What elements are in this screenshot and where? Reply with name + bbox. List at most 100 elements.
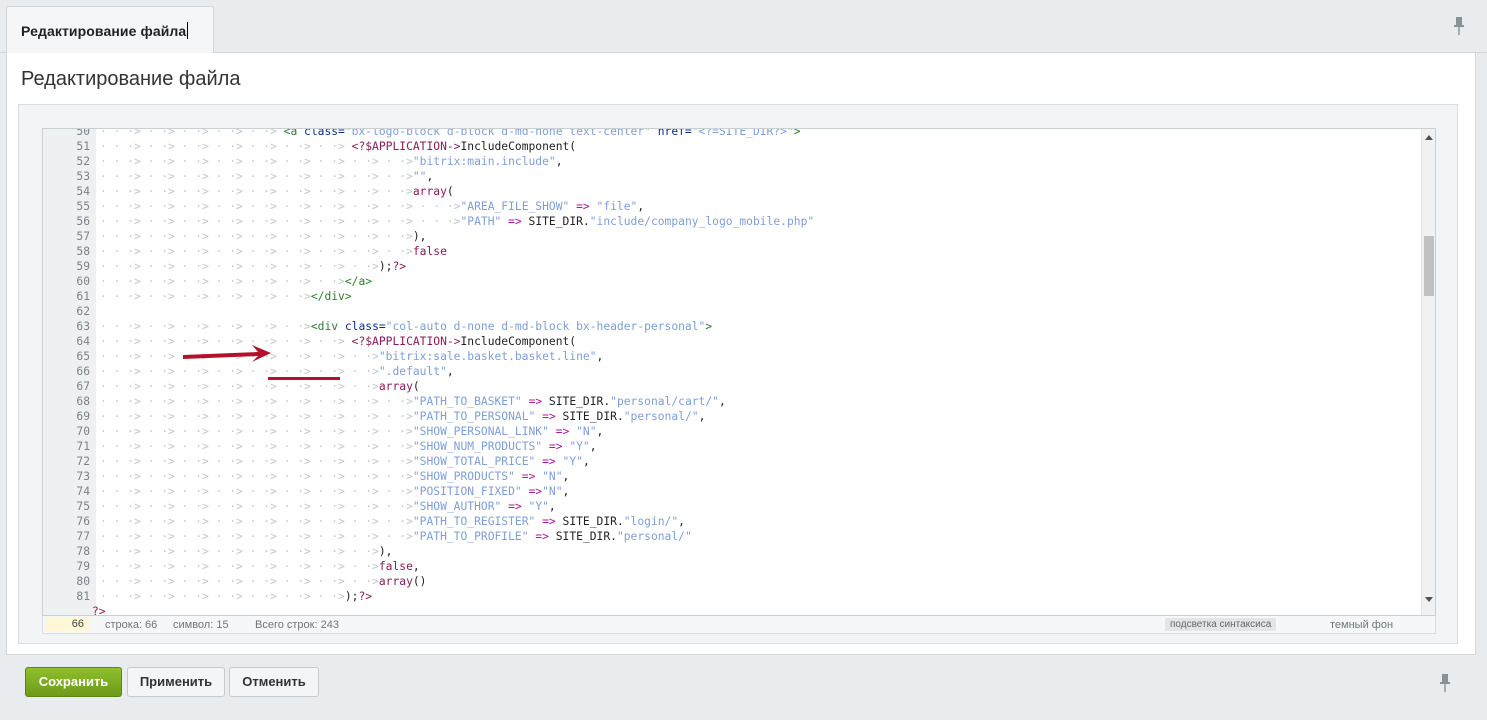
line-number: 71 (76, 440, 90, 453)
code-token: => (501, 500, 529, 513)
line-number: 78 (76, 545, 90, 558)
code-token: ), (412, 230, 427, 243)
code-text: ?> (92, 604, 106, 615)
code-token: => (569, 200, 597, 213)
code-token: "personal/" (616, 530, 692, 543)
code-text: · · ·> · ·> · ·> · ·> · ·> · ·> · ·> <?$… (100, 139, 576, 154)
line-number: 72 (76, 455, 90, 468)
code-token: ?> (358, 590, 373, 603)
code-token: · · ·> · ·> · ·> · ·> · ·> · ·> · ·> · ·… (100, 515, 413, 528)
code-token: => (514, 470, 543, 483)
code-token: · · ·> · ·> · ·> · ·> · ·> (100, 129, 284, 138)
code-token: => (521, 395, 549, 408)
code-token: · · ·> · ·> · ·> · ·> · ·> · ·> · ·> · ·… (100, 560, 379, 573)
code-text: · · ·> · ·> · ·> · ·> · ·> · ·> · ·></a> (100, 274, 372, 289)
code-text: · · ·> · ·> · ·> · ·> · ·> · ·> · ·> · ·… (100, 529, 692, 544)
code-token: "N" (576, 425, 597, 438)
code-text: · · ·> · ·> · ·> · ·> · ·> · ·> · ·> · ·… (100, 379, 420, 394)
code-token: "<?=SITE_DIR?>" (691, 129, 794, 138)
code-token: ?> (392, 260, 407, 273)
code-text: · · ·> · ·> · ·> · ·> · ·> · ·> · ·> · ·… (100, 454, 590, 469)
code-token: · · ·> · ·> · ·> · ·> · ·> · ·> · ·> · ·… (100, 230, 413, 243)
code-token: · · ·> · ·> · ·> · ·> · ·> · ·> · ·> · ·… (100, 455, 413, 468)
code-token: "" (412, 170, 427, 183)
code-token: </div> (310, 290, 352, 303)
code-token: "personal/cart/" (610, 395, 719, 408)
editor-scrollbar[interactable] (1421, 129, 1435, 615)
code-text: · · ·> · ·> · ·> · ·> · ·> · ·> · ·> · ·… (100, 364, 454, 379)
scrollbar-thumb[interactable] (1424, 236, 1434, 296)
code-token: · · ·> · ·> · ·> · ·> · ·> · ·> · ·> · ·… (100, 500, 413, 513)
code-token: "N" (542, 470, 563, 483)
code-token: => (528, 530, 556, 543)
line-number: 73 (76, 470, 90, 483)
line-number: 62 (76, 305, 90, 318)
editor-container: 50 · · ·> · ·> · ·> · ·> · ·> <a class="b… (18, 104, 1458, 644)
tab-edit-file[interactable]: Редактирование файла (6, 6, 214, 54)
total-lines: Всего строк: 243 (255, 619, 339, 631)
code-token: · · ·> · ·> · ·> · ·> · ·> · ·> · ·> · ·… (100, 470, 413, 483)
code-token: "include/company_logo_mobile.php" (589, 215, 815, 228)
page-title: Редактирование файла (21, 68, 241, 90)
code-token: "bitrix:sale.basket.basket.line" (378, 350, 597, 363)
code-token: , (548, 500, 556, 513)
code-token: class= (344, 320, 386, 333)
line-number: 51 (76, 140, 90, 153)
code-text: · · ·> · ·> · ·> · ·> · ·> · ·> · ·> · ·… (100, 514, 685, 529)
syntax-highlight-toggle[interactable]: подсветка синтаксиса (1165, 618, 1277, 631)
code-token: SITE_DIR. (562, 515, 624, 528)
code-text: · · ·> · ·> · ·> · ·> · ·> <a class="bx-… (100, 129, 801, 139)
apply-button[interactable]: Применить (127, 667, 225, 697)
code-token: , (596, 425, 604, 438)
code-text: · · ·> · ·> · ·> · ·> · ·> · ·> · ·> · ·… (100, 169, 433, 184)
code-token: · · ·> · ·> · ·> · ·> · ·> · ·> · ·> · ·… (100, 545, 379, 558)
code-token: "SHOW_PERSONAL_LINK" (412, 425, 549, 438)
pin-icon[interactable] (1438, 673, 1452, 693)
line-number: 81 (76, 590, 90, 603)
save-button[interactable]: Сохранить (25, 667, 122, 697)
line-number: 63 (76, 320, 90, 333)
code-token: · · ·> · ·> · ·> · ·> · ·> · ·> · ·> · ·… (100, 410, 413, 423)
line-number: 53 (76, 170, 90, 183)
code-token: => (535, 455, 563, 468)
line-number: 76 (76, 515, 90, 528)
code-text: · · ·> · ·> · ·> · ·> · ·> · ·> · ·> · ·… (100, 184, 454, 199)
code-token: => (501, 215, 529, 228)
line-number: 50 (76, 129, 90, 138)
edit-panel: Редактирование файла 50 · · ·> · ·> · ·> … (6, 53, 1476, 655)
code-area[interactable]: 50 · · ·> · ·> · ·> · ·> · ·> <a class="b… (43, 129, 1421, 615)
code-token: false (412, 245, 447, 258)
scroll-up-icon[interactable] (1425, 135, 1433, 140)
line-number: 79 (76, 560, 90, 573)
code-token: > (705, 320, 713, 333)
dark-theme-toggle[interactable]: темный фон (1330, 619, 1393, 631)
code-token: , (678, 515, 685, 528)
cancel-button[interactable]: Отменить (229, 667, 319, 697)
code-token: "PATH_TO_PERSONAL" (412, 410, 536, 423)
pin-icon[interactable] (1452, 16, 1466, 36)
code-token: > (793, 129, 801, 138)
code-token: href= (650, 129, 692, 138)
scroll-down-icon[interactable] (1425, 597, 1433, 602)
code-token: · · ·> · ·> · ·> · ·> · ·> · ·> · ·> · ·… (100, 200, 461, 213)
symbol-indicator: символ: 15 (173, 619, 229, 631)
code-text: · · ·> · ·> · ·> · ·> · ·> · ·> · ·> · ·… (100, 229, 426, 244)
code-editor[interactable]: 50 · · ·> · ·> · ·> · ·> · ·> <a class="b… (42, 128, 1436, 616)
line-number: 69 (76, 410, 90, 423)
code-token: "SHOW_AUTHOR" (412, 500, 502, 513)
code-token: · · ·> · ·> · ·> · ·> · ·> · ·> · ·> (100, 590, 345, 603)
line-number: 52 (76, 155, 90, 168)
code-token: "file" (596, 200, 638, 213)
code-token: array (378, 575, 413, 588)
code-text: · · ·> · ·> · ·> · ·> · ·> · ·> · ·> · ·… (100, 544, 392, 559)
code-token: <?$APPLICATION-> (351, 335, 461, 348)
line-number: 67 (76, 380, 90, 393)
code-token: · · ·> · ·> · ·> · ·> · ·> · ·> · ·> (100, 275, 345, 288)
code-token: <?$APPLICATION-> (351, 140, 461, 153)
code-token: , (589, 440, 597, 453)
code-token: , (562, 470, 570, 483)
code-token: , (562, 485, 570, 498)
code-text: · · ·> · ·> · ·> · ·> · ·> · ·> · ·> · ·… (100, 214, 814, 229)
code-token: "SHOW_NUM_PRODUCTS" (412, 440, 543, 453)
code-token: "col-auto d-none d-md-block bx-header-pe… (385, 320, 706, 333)
